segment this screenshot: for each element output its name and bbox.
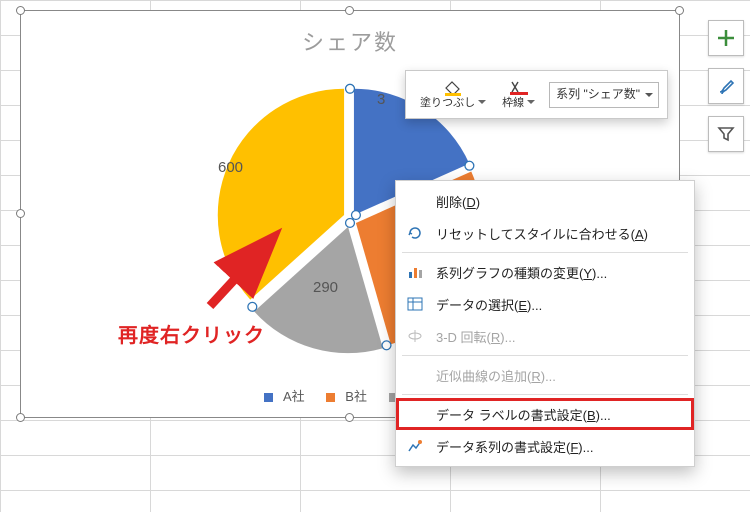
chart-elements-button[interactable] <box>708 20 744 56</box>
reset-icon <box>404 223 426 243</box>
chart-styles-button[interactable] <box>708 68 744 104</box>
menu-add-trendline: 近似曲線の追加(R)... <box>396 359 694 391</box>
annotation-text: 再度右クリック <box>118 319 265 348</box>
select-data-icon <box>404 294 426 314</box>
menu-3d-rotation: 3-D 回転(R)... <box>396 320 694 352</box>
outline-button[interactable]: 枠線 <box>496 77 541 112</box>
legend-item[interactable]: B社 <box>326 389 373 404</box>
context-menu: 削除(D) リセットしてスタイルに合わせる(A) 系列グラフの種類の変更(Y).… <box>395 180 695 467</box>
data-label[interactable]: 290 <box>313 279 338 296</box>
menu-format-data-series[interactable]: データ系列の書式設定(F)... <box>396 430 694 462</box>
outline-icon <box>508 79 530 97</box>
resize-handle[interactable] <box>675 6 684 15</box>
funnel-icon <box>716 124 736 144</box>
menu-separator <box>402 252 688 253</box>
menu-change-chart-type[interactable]: 系列グラフの種類の変更(Y)... <box>396 256 694 288</box>
resize-handle[interactable] <box>16 209 25 218</box>
data-label[interactable]: 3 <box>377 91 385 108</box>
blank-icon <box>404 365 426 385</box>
format-series-icon <box>404 436 426 456</box>
chart-filter-button[interactable] <box>708 116 744 152</box>
blank-icon <box>404 191 426 211</box>
chart-side-buttons <box>708 20 744 152</box>
series-select[interactable]: 系列 "シェア数" <box>549 82 659 108</box>
fill-button[interactable]: 塗りつぶし <box>414 77 492 112</box>
menu-delete[interactable]: 削除(D) <box>396 185 694 217</box>
chart-type-icon <box>404 262 426 282</box>
chart-title[interactable]: シェア数 <box>21 25 679 57</box>
resize-handle[interactable] <box>345 6 354 15</box>
resize-handle[interactable] <box>16 413 25 422</box>
resize-handle[interactable] <box>16 6 25 15</box>
brush-icon <box>716 76 736 96</box>
menu-select-data[interactable]: データの選択(E)... <box>396 288 694 320</box>
resize-handle[interactable] <box>345 413 354 422</box>
blank-icon <box>404 404 426 424</box>
legend-item[interactable]: A社 <box>264 389 311 404</box>
menu-format-data-labels[interactable]: データ ラベルの書式設定(B)... <box>396 398 694 430</box>
paint-bucket-icon <box>442 79 464 97</box>
menu-reset-style[interactable]: リセットしてスタイルに合わせる(A) <box>396 217 694 249</box>
menu-separator <box>402 355 688 356</box>
rotate-3d-icon <box>404 326 426 346</box>
plus-icon <box>716 28 736 48</box>
mini-format-toolbar: 塗りつぶし 枠線 系列 "シェア数" <box>405 70 668 119</box>
data-label[interactable]: 600 <box>218 159 243 176</box>
menu-separator <box>402 394 688 395</box>
